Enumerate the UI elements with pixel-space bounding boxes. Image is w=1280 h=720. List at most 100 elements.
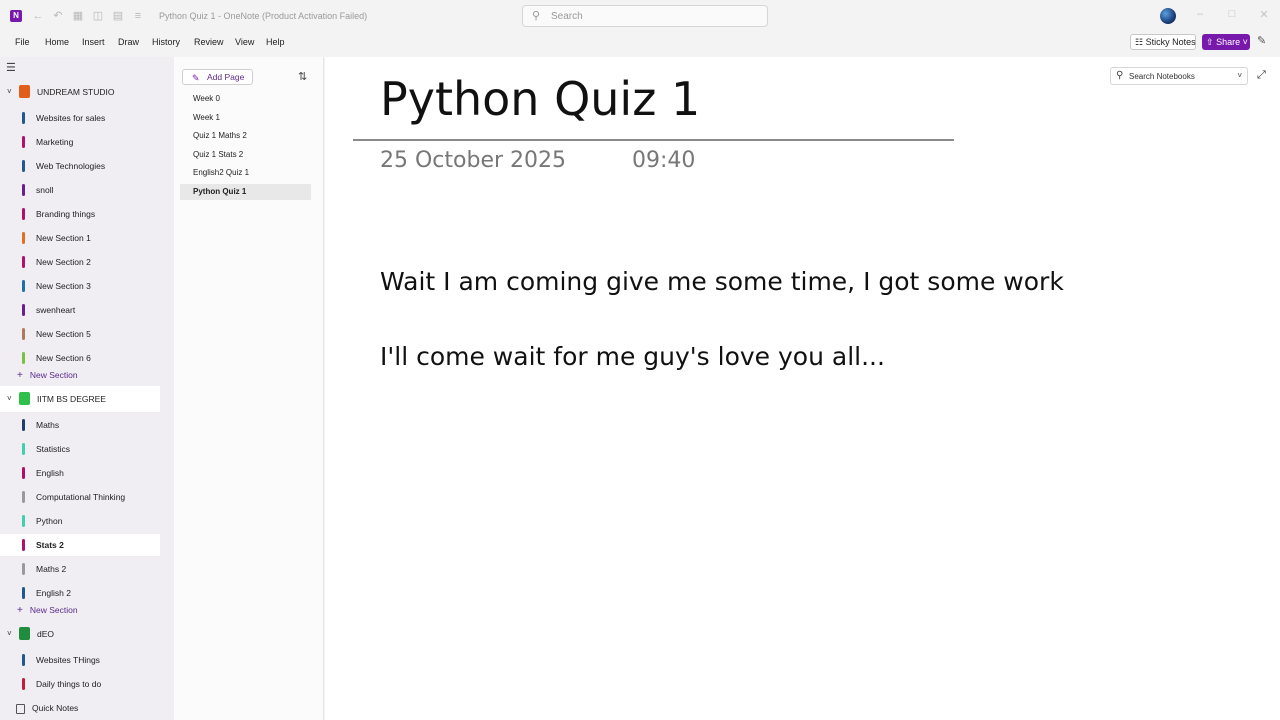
new-section-label: New Section <box>29 605 78 615</box>
expand-icon[interactable]: ⤢ <box>1257 69 1266 82</box>
note-text-line[interactable]: Wait I am coming give me some time, I go… <box>380 267 1064 296</box>
section-color-tab <box>22 136 25 148</box>
section-color-tab <box>22 256 25 268</box>
chevron-down-icon[interactable]: ˅ <box>7 87 12 96</box>
section-item[interactable]: English 2 <box>0 582 160 604</box>
onenote-app-icon: N <box>10 10 22 22</box>
section-name: Daily things to do <box>36 679 102 689</box>
section-item[interactable]: New Section 2 <box>0 251 160 273</box>
menu-history[interactable]: History <box>152 37 180 47</box>
menu-home[interactable]: Home <box>45 37 69 47</box>
section-item[interactable]: Web Technologies <box>0 155 160 177</box>
notebook-iitm-bs-degree[interactable]: ˅ IITM BS DEGREE <box>0 386 160 412</box>
section-item[interactable]: Python <box>0 510 160 532</box>
section-item[interactable]: swenheart <box>0 299 160 321</box>
new-section-button[interactable]: + New Section <box>17 370 78 384</box>
section-item[interactable]: Marketing <box>0 131 160 153</box>
page-item-active[interactable]: Python Quiz 1 <box>180 184 311 200</box>
section-item[interactable]: New Section 5 <box>0 323 160 345</box>
menu-review[interactable]: Review <box>194 37 224 47</box>
chevron-down-icon[interactable]: ˅ <box>1237 71 1242 80</box>
maximize-icon[interactable]: □ <box>1224 8 1240 20</box>
section-item[interactable]: New Section 1 <box>0 227 160 249</box>
section-color-tab <box>22 352 25 364</box>
menu-draw[interactable]: Draw <box>118 37 139 47</box>
new-section-button[interactable]: + New Section <box>17 605 78 619</box>
page-item[interactable]: Week 1 <box>180 110 311 126</box>
note-canvas[interactable]: Python Quiz 1 25 October 2025 09:40 Wait… <box>325 57 1280 720</box>
section-item[interactable]: Websites THings <box>0 649 160 671</box>
section-item[interactable]: English <box>0 462 160 484</box>
undo-icon[interactable]: ↶ <box>50 8 66 24</box>
section-item[interactable]: Computational Thinking <box>0 486 160 508</box>
page-item[interactable]: Week 0 <box>180 91 311 107</box>
note-text-line[interactable]: I'll come wait for me guy's love you all… <box>380 342 885 371</box>
section-color-tab <box>22 515 25 527</box>
page-name: Python Quiz 1 <box>193 187 247 196</box>
notebook-name: UNDREAM STUDIO <box>37 87 115 97</box>
chevron-down-icon[interactable]: ˅ <box>7 394 12 403</box>
section-color-tab <box>22 304 25 316</box>
close-icon[interactable]: ✕ <box>1256 8 1272 21</box>
search-notebooks-box[interactable]: ⚲ Search Notebooks ˅ <box>1110 67 1248 85</box>
section-item[interactable]: snoll <box>0 179 160 201</box>
section-color-tab <box>22 491 25 503</box>
section-item[interactable]: Maths <box>0 414 160 436</box>
menu-file[interactable]: File <box>15 37 30 47</box>
section-item[interactable]: Maths 2 <box>0 558 160 580</box>
back-icon[interactable]: ← <box>30 8 46 24</box>
section-name: snoll <box>36 185 54 195</box>
table-icon[interactable]: ▦ <box>70 8 86 24</box>
avatar[interactable] <box>1160 8 1176 24</box>
page-name: Quiz 1 Stats 2 <box>193 150 244 159</box>
quick-access-toolbar: ← ↶ ▦ ◫ ▤ ≡ <box>30 8 146 24</box>
layout-icon[interactable]: ▤ <box>110 8 126 24</box>
section-name: New Section 5 <box>36 329 91 339</box>
hamburger-menu-icon[interactable]: ☰ <box>6 61 16 74</box>
global-search-box[interactable]: ⚲ Search <box>522 5 768 27</box>
notebook-name: dEO <box>37 629 55 639</box>
section-name: New Section 1 <box>36 233 91 243</box>
menu-help[interactable]: Help <box>266 37 285 47</box>
chevron-down-icon[interactable]: ˅ <box>7 629 12 638</box>
section-item[interactable]: Websites for sales <box>0 107 160 129</box>
menu-view[interactable]: View <box>235 37 254 47</box>
add-page-button[interactable]: ✎ Add Page <box>182 69 253 85</box>
section-item[interactable]: Daily things to do <box>0 673 160 695</box>
title-divider <box>353 139 954 141</box>
menu-insert[interactable]: Insert <box>82 37 105 47</box>
global-search-placeholder: Search <box>551 11 583 22</box>
sticky-notes-button[interactable]: ☷ Sticky Notes <box>1130 34 1196 50</box>
search-icon: ⚲ <box>532 10 541 22</box>
sort-icon[interactable]: ⇅ <box>298 70 307 83</box>
minimize-icon[interactable]: – <box>1192 8 1208 20</box>
page-name: English2 Quiz 1 <box>193 168 250 177</box>
section-name: Web Technologies <box>36 161 106 171</box>
sticky-notes-label: Sticky Notes <box>1145 37 1196 47</box>
page-time: 09:40 <box>632 148 696 173</box>
section-item[interactable]: Statistics <box>0 438 160 460</box>
share-button[interactable]: ⇧ Share ˅ <box>1202 34 1250 50</box>
page-name: Week 0 <box>193 94 220 103</box>
feedback-icon[interactable]: ✎ <box>1257 34 1271 48</box>
notebook-deo[interactable]: ˅ dEO <box>0 621 160 647</box>
section-color-tab <box>22 112 25 124</box>
notebook-undream-studio[interactable]: ˅ UNDREAM STUDIO <box>0 79 160 105</box>
section-name: swenheart <box>36 305 76 315</box>
page-item[interactable]: Quiz 1 Maths 2 <box>180 128 311 144</box>
page-title[interactable]: Python Quiz 1 <box>380 72 700 126</box>
page-item[interactable]: Quiz 1 Stats 2 <box>180 147 311 163</box>
section-item-active[interactable]: Stats 2 <box>0 534 160 556</box>
page-item[interactable]: English2 Quiz 1 <box>180 165 311 181</box>
section-item[interactable]: Branding things <box>0 203 160 225</box>
section-item[interactable]: New Section 6 <box>0 347 160 369</box>
customize-icon[interactable]: ≡ <box>130 8 146 24</box>
search-notebooks-placeholder: Search Notebooks <box>1129 72 1195 81</box>
section-name: Marketing <box>36 137 74 147</box>
copy-icon[interactable]: ◫ <box>90 8 106 24</box>
section-item[interactable]: New Section 3 <box>0 275 160 297</box>
title-bar: N ← ↶ ▦ ◫ ▤ ≡ Python Quiz 1 - OneNote (P… <box>0 0 1280 32</box>
page-date: 25 October 2025 <box>380 148 567 173</box>
quick-notes-button[interactable]: Quick Notes <box>16 703 78 714</box>
section-color-tab <box>22 208 25 220</box>
